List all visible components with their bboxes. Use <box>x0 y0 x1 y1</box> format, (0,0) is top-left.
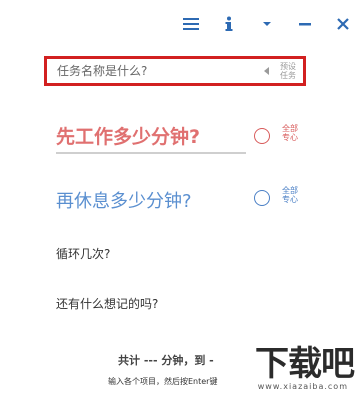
caret-down-icon[interactable] <box>256 13 278 35</box>
task-name-input[interactable] <box>57 64 264 78</box>
info-icon[interactable] <box>218 13 240 35</box>
loop-count-question[interactable]: 循环几次? <box>56 245 110 262</box>
hamburger-menu-icon[interactable] <box>180 13 202 35</box>
work-minutes-underline <box>56 152 246 154</box>
pomodoro-window: 预设任务 先工作多少分钟? 全部专心 再休息多少分钟? 全部专心 循环几次? 还… <box>0 0 364 396</box>
work-minutes-question[interactable]: 先工作多少分钟? <box>56 122 200 149</box>
rest-minutes-row: 再休息多少分钟? 全部专心 <box>56 183 306 217</box>
rest-focus-radio[interactable] <box>254 190 270 206</box>
total-summary: 共计 --- 分钟，到 - <box>118 354 214 367</box>
watermark-text: 下载吧 <box>255 344 355 384</box>
minimize-icon[interactable] <box>294 13 316 35</box>
work-focus-label: 全部专心 <box>282 124 298 142</box>
preset-task-button[interactable]: 预设任务 <box>279 62 297 80</box>
rest-minutes-question[interactable]: 再休息多少分钟? <box>56 187 192 213</box>
work-focus-radio[interactable] <box>254 128 270 144</box>
site-watermark: 下载吧 www.xiazaiba.com <box>222 336 360 392</box>
rest-focus-label: 全部专心 <box>282 186 298 204</box>
arrow-left-icon <box>264 67 269 75</box>
work-minutes-row: 先工作多少分钟? 全部专心 <box>56 118 306 158</box>
notes-question[interactable]: 还有什么想记的吗? <box>56 295 158 312</box>
close-icon[interactable] <box>332 13 354 35</box>
watermark-url: www.xiazaiba.com <box>257 382 348 391</box>
task-name-box: 预设任务 <box>44 56 306 86</box>
window-controls <box>180 10 354 38</box>
enter-hint: 输入各个项目，然后按Enter键 <box>108 377 218 386</box>
